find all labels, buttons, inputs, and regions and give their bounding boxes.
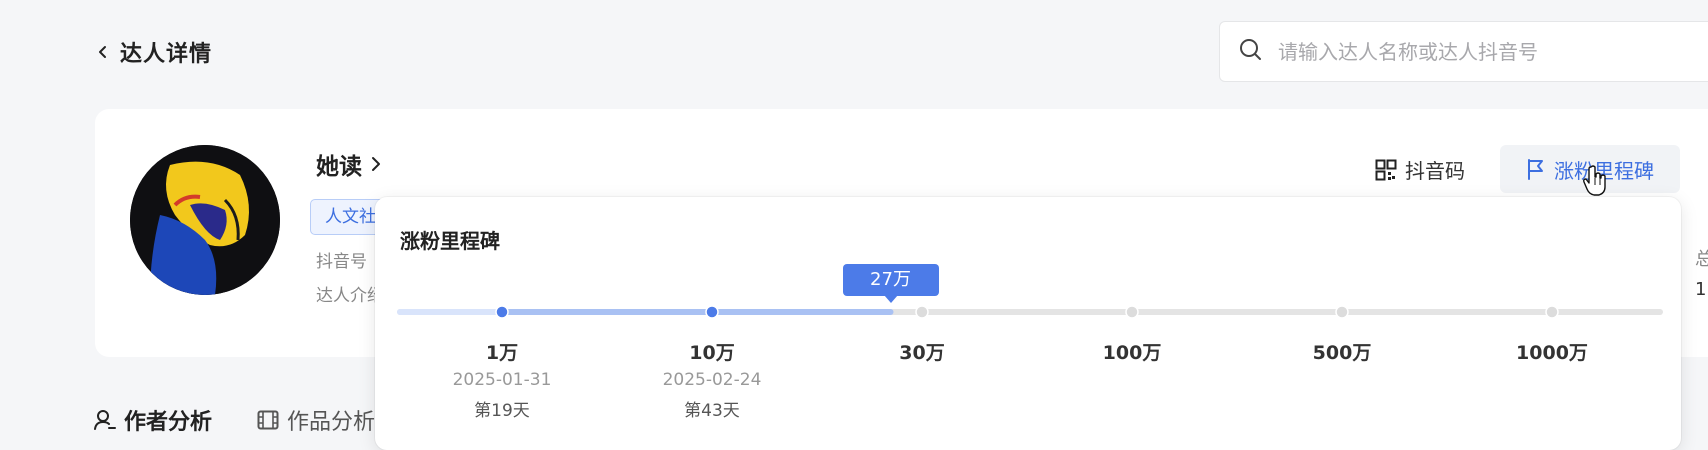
back-nav[interactable]: 达人详情 xyxy=(96,36,212,68)
milestone-label: 500万 xyxy=(1312,342,1372,364)
milestone-day: 第43天 xyxy=(684,401,740,421)
milestone-label: 1000万 xyxy=(1516,342,1588,364)
milestone-label: 1万 xyxy=(485,342,519,364)
milestone-date: 2025-02-24 xyxy=(662,370,762,390)
profile-name-link[interactable]: 她读 xyxy=(316,147,382,181)
milestone-day: 第19天 xyxy=(474,401,530,421)
milestone-popover: 涨粉里程碑 1万 2025-01-31 第19天 10万 2025-02-24 第43天 3… xyxy=(375,197,1681,450)
flag-icon xyxy=(1528,159,1543,180)
stat-value-fragment: 1 xyxy=(1695,279,1707,300)
search-box[interactable] xyxy=(1219,21,1708,82)
profile-name: 她读 xyxy=(316,154,362,180)
intro-label: 达人介绍 xyxy=(316,286,384,306)
chevron-left-icon[interactable] xyxy=(96,45,110,59)
search-icon xyxy=(1238,37,1264,67)
milestone-dot xyxy=(705,305,719,319)
tab-label: 作品分析 xyxy=(287,410,376,435)
hand-cursor-icon xyxy=(1583,165,1607,201)
milestone-dot xyxy=(495,305,509,319)
avatar xyxy=(130,145,280,295)
milestone-dot xyxy=(915,305,929,319)
page-title: 达人详情 xyxy=(120,42,213,67)
search-input[interactable] xyxy=(1278,39,1698,64)
milestone-label: 10万 xyxy=(689,342,735,364)
douyin-id-label: 抖音号 xyxy=(316,252,367,272)
milestone-dot xyxy=(1545,305,1559,319)
milestone-dot xyxy=(1125,305,1139,319)
tab-label: 作者分析 xyxy=(124,410,213,435)
douyin-code-label: 抖音码 xyxy=(1405,159,1465,183)
douyin-code-button[interactable]: 抖音码 xyxy=(1375,155,1465,184)
milestone-date: 2025-01-31 xyxy=(452,370,552,390)
milestone-label: 100万 xyxy=(1102,342,1162,364)
milestone-dot xyxy=(1335,305,1349,319)
user-icon xyxy=(94,410,116,430)
milestone-label: 30万 xyxy=(899,342,945,364)
qrcode-icon xyxy=(1375,159,1397,180)
tab-author-analysis[interactable]: 作者分析 xyxy=(94,404,212,436)
film-icon xyxy=(257,410,279,430)
tab-works-analysis[interactable]: 作品分析 xyxy=(257,404,375,436)
chevron-right-icon xyxy=(372,157,380,171)
current-fans-bubble: 27万 xyxy=(842,264,939,303)
stat-label-fragment: 总 xyxy=(1695,249,1708,270)
milestone-track xyxy=(397,305,1663,319)
